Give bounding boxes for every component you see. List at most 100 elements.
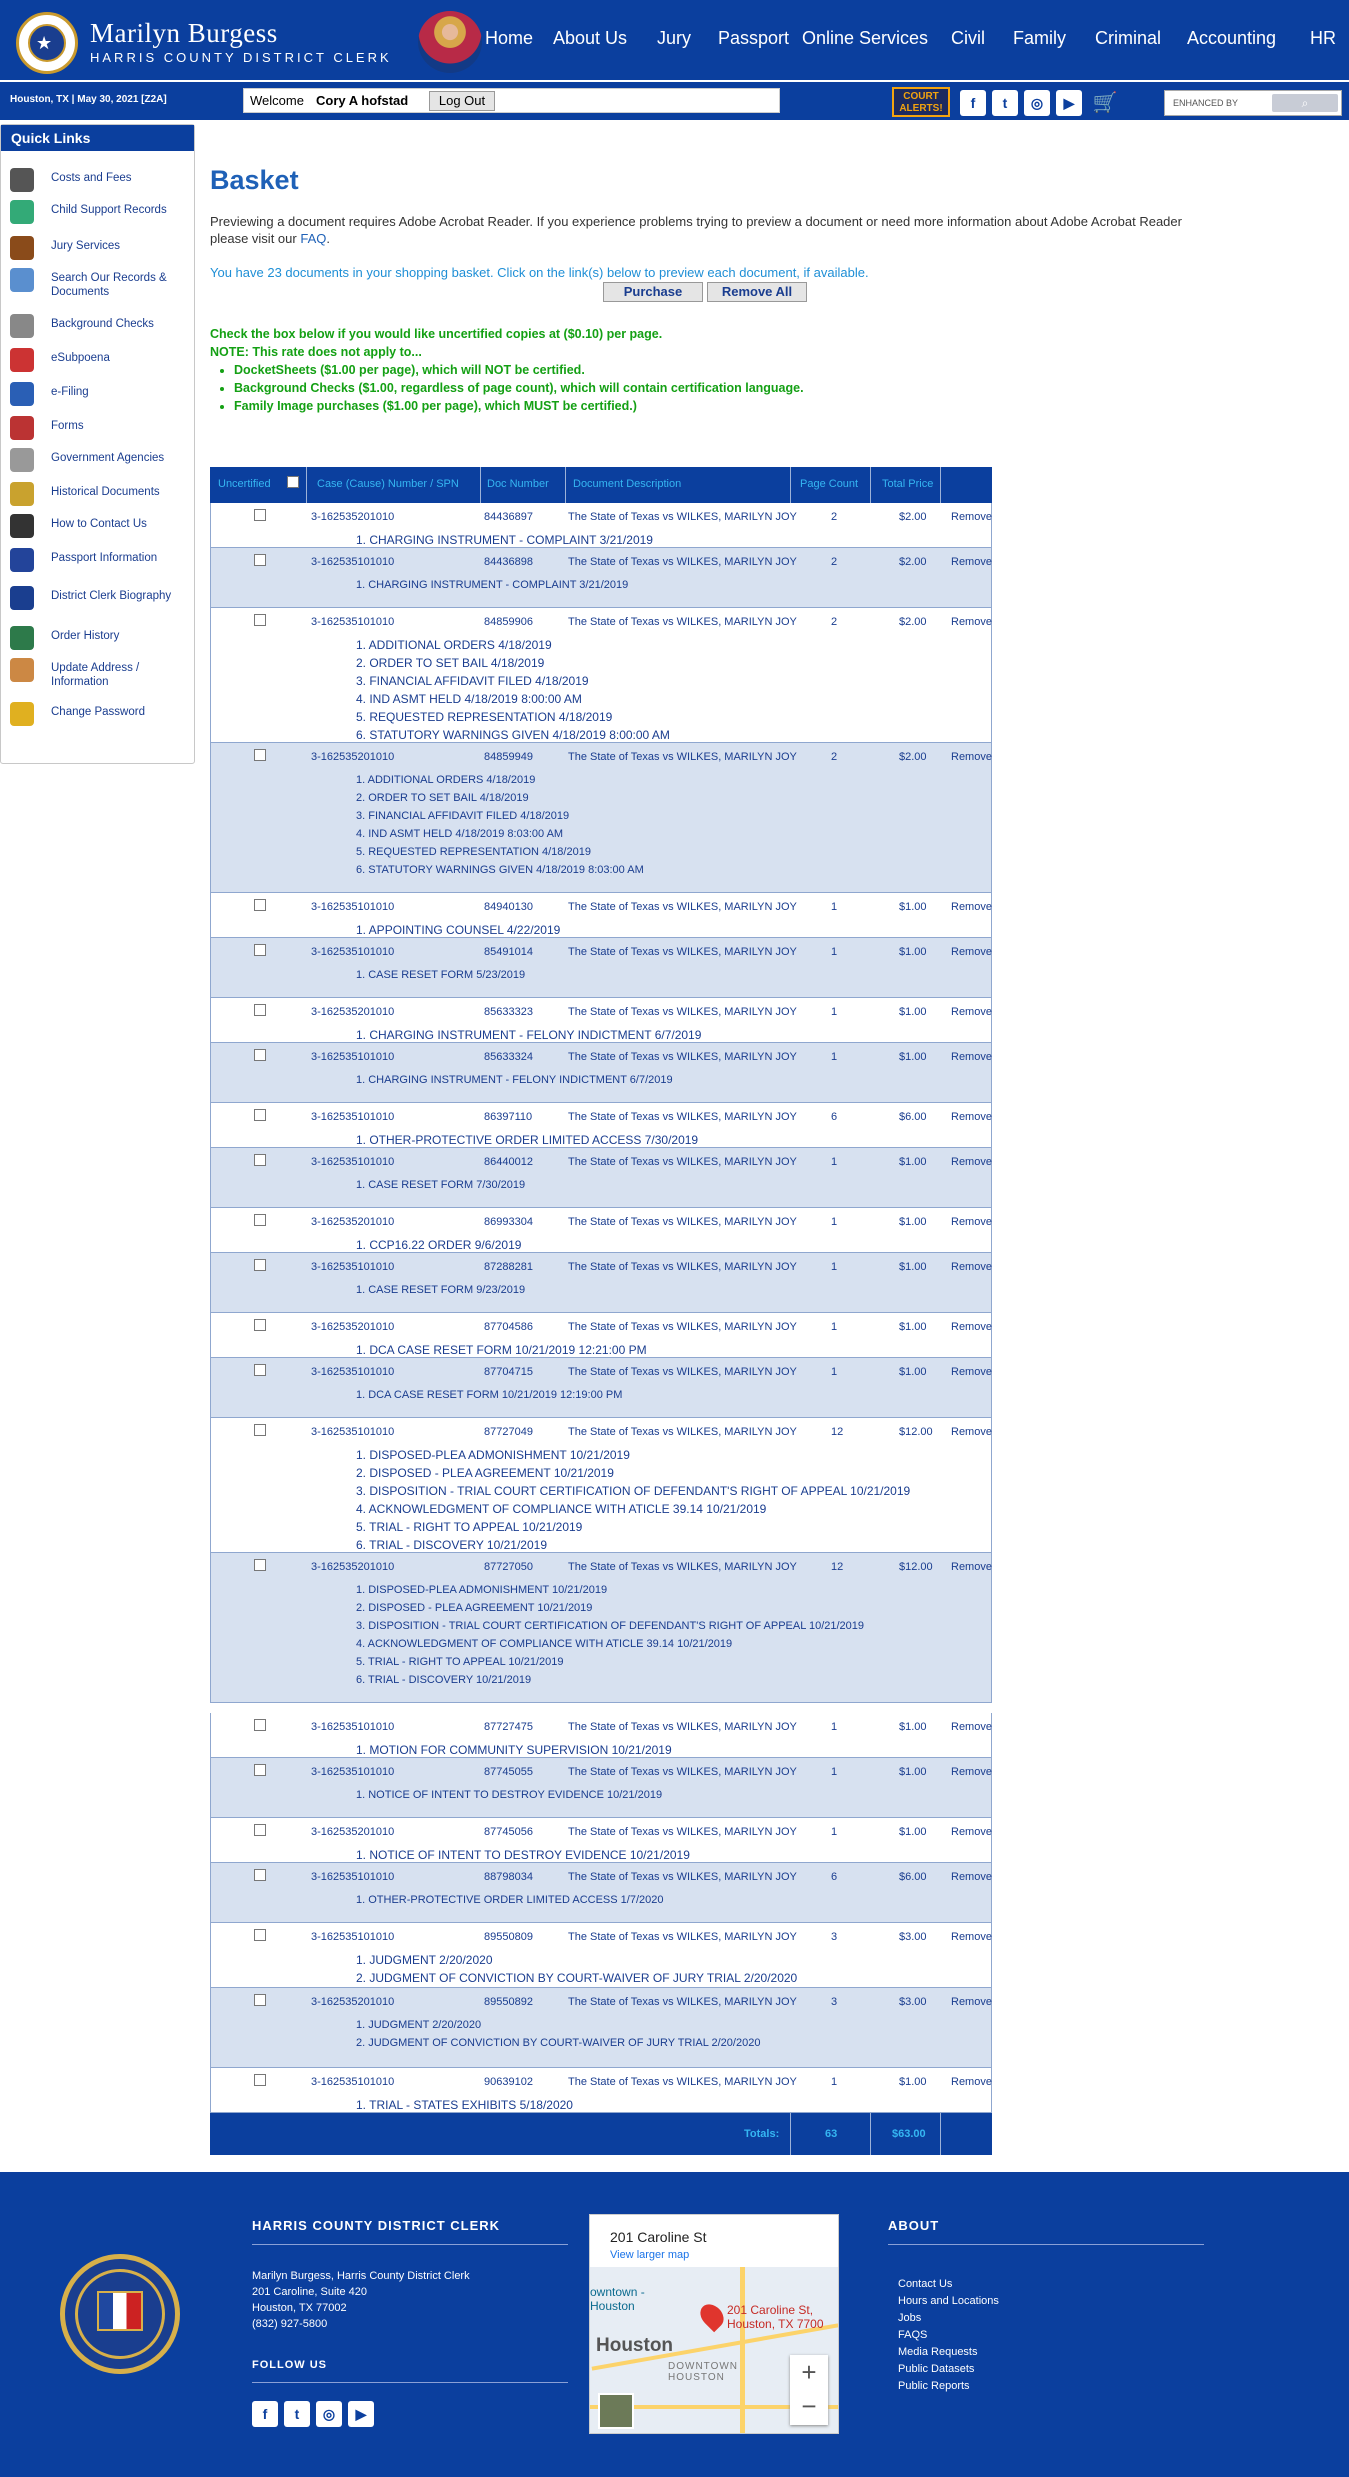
remove-link[interactable]: Remove (951, 1051, 992, 1063)
uncertified-checkbox[interactable] (254, 1319, 266, 1331)
document-line-link[interactable]: 5. TRIAL - RIGHT TO APPEAL 10/21/2019 (356, 1653, 864, 1671)
search-button[interactable]: ⌕ (1272, 94, 1338, 112)
document-line-link[interactable]: 3. DISPOSITION - TRIAL COURT CERTIFICATI… (356, 1482, 910, 1500)
purchase-button[interactable]: Purchase (603, 282, 703, 302)
document-description-link[interactable]: The State of Texas vs WILKES, MARILYN JO… (568, 511, 797, 523)
nav-accounting[interactable]: Accounting (1187, 28, 1276, 49)
document-description-link[interactable]: The State of Texas vs WILKES, MARILYN JO… (568, 1826, 797, 1838)
remove-link[interactable]: Remove (951, 1261, 992, 1273)
document-description-link[interactable]: The State of Texas vs WILKES, MARILYN JO… (568, 1426, 797, 1438)
nav-civil[interactable]: Civil (951, 28, 985, 49)
document-description-link[interactable]: The State of Texas vs WILKES, MARILYN JO… (568, 1766, 797, 1778)
about-link-jobs[interactable]: Jobs (898, 2310, 999, 2327)
nav-criminal[interactable]: Criminal (1095, 28, 1161, 49)
uncertified-checkbox[interactable] (254, 1929, 266, 1941)
uncertified-checkbox[interactable] (254, 554, 266, 566)
instagram-icon[interactable]: ◎ (1024, 90, 1050, 116)
remove-link[interactable]: Remove (951, 1996, 992, 2008)
remove-link[interactable]: Remove (951, 1366, 992, 1378)
remove-link[interactable]: Remove (951, 1561, 992, 1573)
facebook-icon[interactable]: f (960, 90, 986, 116)
document-description-link[interactable]: The State of Texas vs WILKES, MARILYN JO… (568, 1366, 797, 1378)
document-line-link[interactable]: 1. OTHER-PROTECTIVE ORDER LIMITED ACCESS… (356, 1131, 698, 1149)
remove-link[interactable]: Remove (951, 616, 992, 628)
document-description-link[interactable]: The State of Texas vs WILKES, MARILYN JO… (568, 1871, 797, 1883)
document-line-link[interactable]: 1. APPOINTING COUNSEL 4/22/2019 (356, 921, 560, 939)
nav-family[interactable]: Family (1013, 28, 1066, 49)
document-line-link[interactable]: 1. DCA CASE RESET FORM 10/21/2019 12:21:… (356, 1341, 647, 1359)
footer-youtube-icon[interactable]: ▶ (348, 2401, 374, 2427)
document-line-link[interactable]: 1. MOTION FOR COMMUNITY SUPERVISION 10/2… (356, 1741, 672, 1759)
document-line-link[interactable]: 2. DISPOSED - PLEA AGREEMENT 10/21/2019 (356, 1599, 864, 1617)
select-all-checkbox[interactable] (287, 476, 299, 488)
about-link-contact-us[interactable]: Contact Us (898, 2276, 999, 2293)
logout-button[interactable]: Log Out (429, 91, 495, 111)
document-line-link[interactable]: 1. ADDITIONAL ORDERS 4/18/2019 (356, 771, 644, 789)
uncertified-checkbox[interactable] (254, 944, 266, 956)
faq-link[interactable]: FAQ (300, 231, 326, 246)
document-line-link[interactable]: 1. CASE RESET FORM 9/23/2019 (356, 1281, 525, 1299)
document-description-link[interactable]: The State of Texas vs WILKES, MARILYN JO… (568, 556, 797, 568)
document-line-link[interactable]: 4. ACKNOWLEDGMENT OF COMPLIANCE WITH ATI… (356, 1500, 910, 1518)
uncertified-checkbox[interactable] (254, 749, 266, 761)
uncertified-checkbox[interactable] (254, 1214, 266, 1226)
col-pages[interactable]: Page Count (800, 478, 858, 490)
district-clerk-seal[interactable]: ★ (16, 12, 78, 74)
uncertified-checkbox[interactable] (254, 1004, 266, 1016)
search-box[interactable]: ENHANCED BY ⌕ (1164, 90, 1342, 116)
remove-link[interactable]: Remove (951, 751, 992, 763)
document-line-link[interactable]: 2. JUDGMENT OF CONVICTION BY COURT-WAIVE… (356, 1969, 797, 1987)
view-larger-map-link[interactable]: View larger map (610, 2249, 689, 2261)
document-line-link[interactable]: 1. CHARGING INSTRUMENT - FELONY INDICTME… (356, 1071, 673, 1089)
document-description-link[interactable]: The State of Texas vs WILKES, MARILYN JO… (568, 1996, 797, 2008)
nav-about-us[interactable]: About Us (553, 28, 627, 49)
document-line-link[interactable]: 1. CHARGING INSTRUMENT - FELONY INDICTME… (356, 1026, 701, 1044)
document-line-link[interactable]: 5. REQUESTED REPRESENTATION 4/18/2019 (356, 708, 670, 726)
document-line-link[interactable]: 3. FINANCIAL AFFIDAVIT FILED 4/18/2019 (356, 807, 644, 825)
document-line-link[interactable]: 4. IND ASMT HELD 4/18/2019 8:00:00 AM (356, 690, 670, 708)
document-description-link[interactable]: The State of Texas vs WILKES, MARILYN JO… (568, 1261, 797, 1273)
document-line-link[interactable]: 1. CASE RESET FORM 5/23/2019 (356, 966, 525, 984)
document-line-link[interactable]: 2. JUDGMENT OF CONVICTION BY COURT-WAIVE… (356, 2034, 760, 2052)
map-satellite-toggle[interactable] (598, 2393, 634, 2429)
document-line-link[interactable]: 6. TRIAL - DISCOVERY 10/21/2019 (356, 1536, 910, 1554)
uncertified-checkbox[interactable] (254, 1559, 266, 1571)
document-line-link[interactable]: 1. TRIAL - STATES EXHIBITS 5/18/2020 (356, 2096, 573, 2114)
document-line-link[interactable]: 3. FINANCIAL AFFIDAVIT FILED 4/18/2019 (356, 672, 670, 690)
document-line-link[interactable]: 1. NOTICE OF INTENT TO DESTROY EVIDENCE … (356, 1846, 690, 1864)
document-description-link[interactable]: The State of Texas vs WILKES, MARILYN JO… (568, 901, 797, 913)
uncertified-checkbox[interactable] (254, 1424, 266, 1436)
document-description-link[interactable]: The State of Texas vs WILKES, MARILYN JO… (568, 946, 797, 958)
document-description-link[interactable]: The State of Texas vs WILKES, MARILYN JO… (568, 1216, 797, 1228)
remove-link[interactable]: Remove (951, 946, 992, 958)
document-line-link[interactable]: 4. IND ASMT HELD 4/18/2019 8:03:00 AM (356, 825, 644, 843)
document-description-link[interactable]: The State of Texas vs WILKES, MARILYN JO… (568, 1321, 797, 1333)
remove-link[interactable]: Remove (951, 2076, 992, 2088)
document-line-link[interactable]: 1. DISPOSED-PLEA ADMONISHMENT 10/21/2019 (356, 1581, 864, 1599)
col-case[interactable]: Case (Cause) Number / SPN (317, 478, 459, 490)
document-description-link[interactable]: The State of Texas vs WILKES, MARILYN JO… (568, 616, 797, 628)
col-price[interactable]: Total Price (882, 478, 933, 490)
uncertified-checkbox[interactable] (254, 1869, 266, 1881)
remove-link[interactable]: Remove (951, 1826, 992, 1838)
nav-hr[interactable]: HR (1310, 28, 1336, 49)
youtube-icon[interactable]: ▶ (1056, 90, 1082, 116)
remove-link[interactable]: Remove (951, 1156, 992, 1168)
document-line-link[interactable]: 1. DCA CASE RESET FORM 10/21/2019 12:19:… (356, 1386, 622, 1404)
uncertified-checkbox[interactable] (254, 1049, 266, 1061)
about-link-faqs[interactable]: FAQS (898, 2327, 999, 2344)
document-line-link[interactable]: 1. DISPOSED-PLEA ADMONISHMENT 10/21/2019 (356, 1446, 910, 1464)
uncertified-checkbox[interactable] (254, 899, 266, 911)
document-line-link[interactable]: 4. ACKNOWLEDGMENT OF COMPLIANCE WITH ATI… (356, 1635, 864, 1653)
remove-all-button[interactable]: Remove All (707, 282, 807, 302)
footer-facebook-icon[interactable]: f (252, 2401, 278, 2427)
footer-instagram-icon[interactable]: ◎ (316, 2401, 342, 2427)
document-line-link[interactable]: 1. ADDITIONAL ORDERS 4/18/2019 (356, 636, 670, 654)
remove-link[interactable]: Remove (951, 1766, 992, 1778)
remove-link[interactable]: Remove (951, 1931, 992, 1943)
about-link-public-reports[interactable]: Public Reports (898, 2378, 999, 2395)
uncertified-checkbox[interactable] (254, 1154, 266, 1166)
document-description-link[interactable]: The State of Texas vs WILKES, MARILYN JO… (568, 1111, 797, 1123)
document-description-link[interactable]: The State of Texas vs WILKES, MARILYN JO… (568, 1006, 797, 1018)
uncertified-checkbox[interactable] (254, 1109, 266, 1121)
